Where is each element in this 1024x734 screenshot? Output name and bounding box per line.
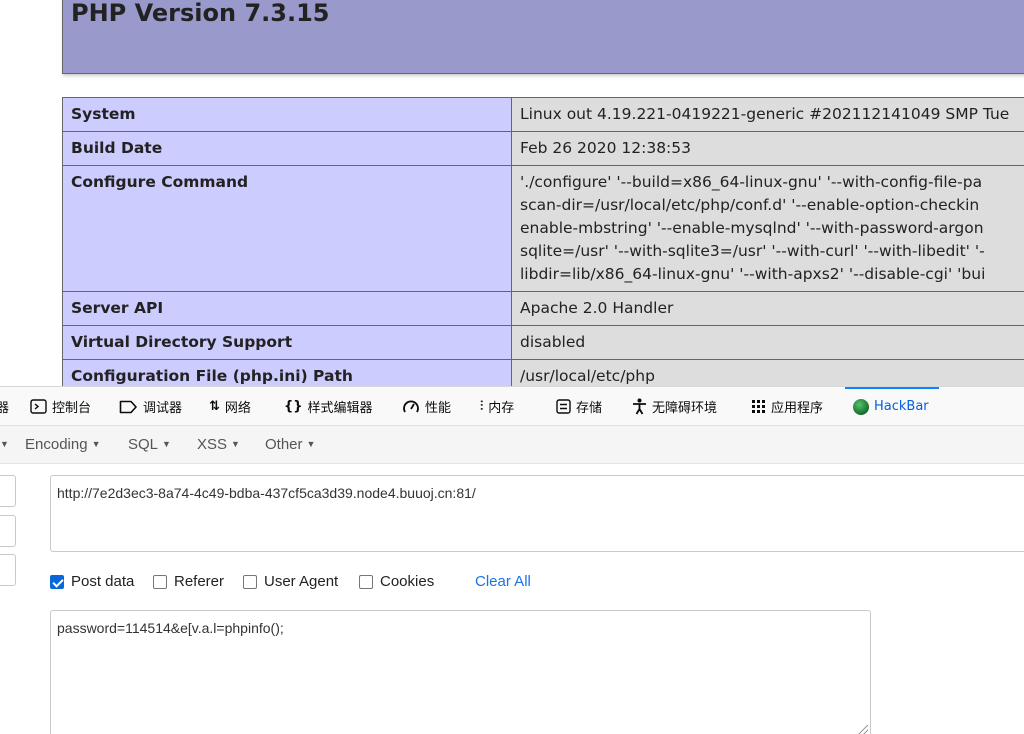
- url-input[interactable]: http://7e2d3ec3-8a74-4c49-bdba-437cf5ca3…: [50, 475, 1024, 552]
- tab-label: 应用程序: [771, 401, 824, 416]
- table-row: System Linux out 4.19.221-0419221-generi…: [62, 97, 1024, 132]
- configure-line: libdir=lib/x86_64-linux-gnu' '--with-apx…: [520, 265, 986, 283]
- checkbox-checked-icon: [50, 574, 64, 589]
- devtools-tab-bar: 器 控制台 调试器 ⇅ 网络 {} 样式编辑器 性能 ⫶ 内存 存储 无障碍环境…: [0, 386, 1024, 426]
- tab-label: 无障碍环境: [652, 401, 718, 416]
- tab-label: 控制台: [52, 401, 92, 416]
- hackbar-menubar: ▼ Encoding ▼ SQL ▼ XSS ▼ Other ▼: [0, 426, 1024, 464]
- checkbox-icon: [243, 574, 257, 589]
- table-row: Configuration File (php.ini) Path /usr/l…: [62, 359, 1024, 386]
- referer-checkbox[interactable]: Referer: [153, 573, 224, 590]
- tab-network[interactable]: ⇅ 网络: [209, 387, 251, 426]
- row-key-configure-command: Configure Command: [62, 165, 512, 292]
- row-value-virtual-directory: disabled: [511, 325, 1024, 360]
- application-icon: [752, 400, 765, 413]
- option-label: User Agent: [264, 573, 339, 590]
- menu-label: Other: [265, 436, 303, 453]
- menu-label: SQL: [128, 436, 159, 453]
- debugger-icon: [119, 400, 137, 413]
- tab-console[interactable]: 控制台: [30, 387, 91, 426]
- post-data-checkbox[interactable]: Post data: [50, 573, 134, 590]
- menu-label: Encoding: [25, 436, 88, 453]
- php-version-header: PHP Version 7.3.15: [62, 0, 1024, 74]
- tab-label: 器: [0, 401, 10, 416]
- tab-accessibility[interactable]: 无障碍环境: [632, 387, 717, 426]
- resize-grip-icon[interactable]: [858, 725, 868, 734]
- chevron-down-icon: ▼: [231, 439, 240, 449]
- chevron-down-icon: ▼: [91, 439, 101, 449]
- table-row: Server API Apache 2.0 Handler: [62, 291, 1024, 326]
- tab-label: 网络: [224, 401, 251, 416]
- row-value-config-file-path: /usr/local/etc/php: [511, 359, 1024, 386]
- network-icon: ⇅: [209, 399, 220, 414]
- chevron-down-icon: ▼: [306, 439, 316, 449]
- tab-storage[interactable]: 存储: [556, 387, 602, 426]
- performance-icon: [403, 400, 419, 412]
- phpinfo-page: PHP Version 7.3.15 System Linux out 4.19…: [0, 0, 1024, 386]
- tab-label: 样式编辑器: [307, 401, 373, 416]
- tab-debugger[interactable]: 调试器: [119, 387, 182, 426]
- table-row: Configure Command './configure' '--build…: [62, 165, 1024, 292]
- menu-label: XSS: [197, 436, 228, 453]
- url-text: http://7e2d3ec3-8a74-4c49-bdba-437cf5ca3…: [57, 485, 476, 501]
- row-key-virtual-directory: Virtual Directory Support: [62, 325, 512, 360]
- configure-line: enable-mbstring' '--enable-mysqlnd' '--w…: [520, 219, 984, 237]
- configure-line: scan-dir=/usr/local/etc/php/conf.d' '--e…: [520, 196, 980, 214]
- menu-other[interactable]: Other ▼: [265, 436, 315, 453]
- tab-label: 调试器: [143, 401, 183, 416]
- option-label: Post data: [71, 573, 135, 590]
- memory-icon: ⫶: [480, 399, 484, 414]
- style-editor-icon: {}: [284, 399, 303, 414]
- row-key-build-date: Build Date: [62, 131, 512, 166]
- storage-icon: [556, 399, 571, 414]
- tab-style-editor[interactable]: {} 样式编辑器: [284, 387, 373, 426]
- accessibility-icon: [633, 398, 646, 415]
- clear-all-link[interactable]: Clear All: [475, 573, 531, 590]
- user-agent-checkbox[interactable]: User Agent: [243, 573, 338, 590]
- row-key-system: System: [62, 97, 512, 132]
- configure-line: sqlite=/usr' '--with-sqlite3=/usr' '--wi…: [520, 242, 985, 260]
- row-value-server-api: Apache 2.0 Handler: [511, 291, 1024, 326]
- tab-label: 性能: [425, 401, 452, 416]
- load-url-button[interactable]: [0, 475, 16, 507]
- tab-performance[interactable]: 性能: [402, 387, 451, 426]
- hackbar-panel: ▼ Encoding ▼ SQL ▼ XSS ▼ Other ▼ http://7e2d…: [0, 426, 1024, 734]
- row-key-server-api: Server API: [62, 291, 512, 326]
- menu-sql[interactable]: SQL ▼: [128, 436, 171, 453]
- row-value-build-date: Feb 26 2020 12:38:53: [511, 131, 1024, 166]
- checkbox-icon: [153, 574, 167, 589]
- tab-inspector[interactable]: 器: [0, 387, 9, 426]
- tab-application[interactable]: 应用程序: [751, 387, 823, 426]
- php-info-table: System Linux out 4.19.221-0419221-generi…: [62, 97, 1024, 386]
- post-data-input[interactable]: password=114514&e[v.a.l=phpinfo();: [50, 610, 871, 734]
- tab-label: HackBar: [874, 399, 929, 414]
- execute-button[interactable]: [0, 554, 16, 586]
- menu-encoding[interactable]: Encoding ▼: [25, 436, 100, 453]
- php-version-title: PHP Version 7.3.15: [71, 0, 330, 27]
- configure-line: './configure' '--build=x86_64-linux-gnu'…: [520, 173, 983, 191]
- row-value-configure-command: './configure' '--build=x86_64-linux-gnu'…: [511, 165, 1024, 292]
- tab-hackbar[interactable]: HackBar: [845, 387, 939, 426]
- chevron-down-icon: ▼: [162, 439, 171, 449]
- option-label: Cookies: [380, 573, 435, 590]
- menu-xss[interactable]: XSS ▼: [197, 436, 240, 453]
- tab-memory[interactable]: ⫶ 内存: [480, 387, 514, 426]
- menu-caret-partial[interactable]: ▼: [0, 436, 9, 453]
- tab-label: 内存: [488, 401, 515, 416]
- console-icon: [30, 399, 47, 414]
- row-value-system: Linux out 4.19.221-0419221-generic #2021…: [511, 97, 1024, 132]
- cookies-checkbox[interactable]: Cookies: [359, 573, 434, 590]
- option-label: Referer: [174, 573, 225, 590]
- table-row: Build Date Feb 26 2020 12:38:53: [62, 131, 1024, 166]
- checkbox-icon: [359, 574, 373, 589]
- tab-label: 存储: [576, 401, 603, 416]
- post-data-text: password=114514&e[v.a.l=phpinfo();: [57, 620, 284, 636]
- split-url-button[interactable]: [0, 515, 16, 547]
- row-key-config-file-path: Configuration File (php.ini) Path: [62, 359, 512, 386]
- hackbar-icon: [853, 398, 869, 415]
- table-row: Virtual Directory Support disabled: [62, 325, 1024, 360]
